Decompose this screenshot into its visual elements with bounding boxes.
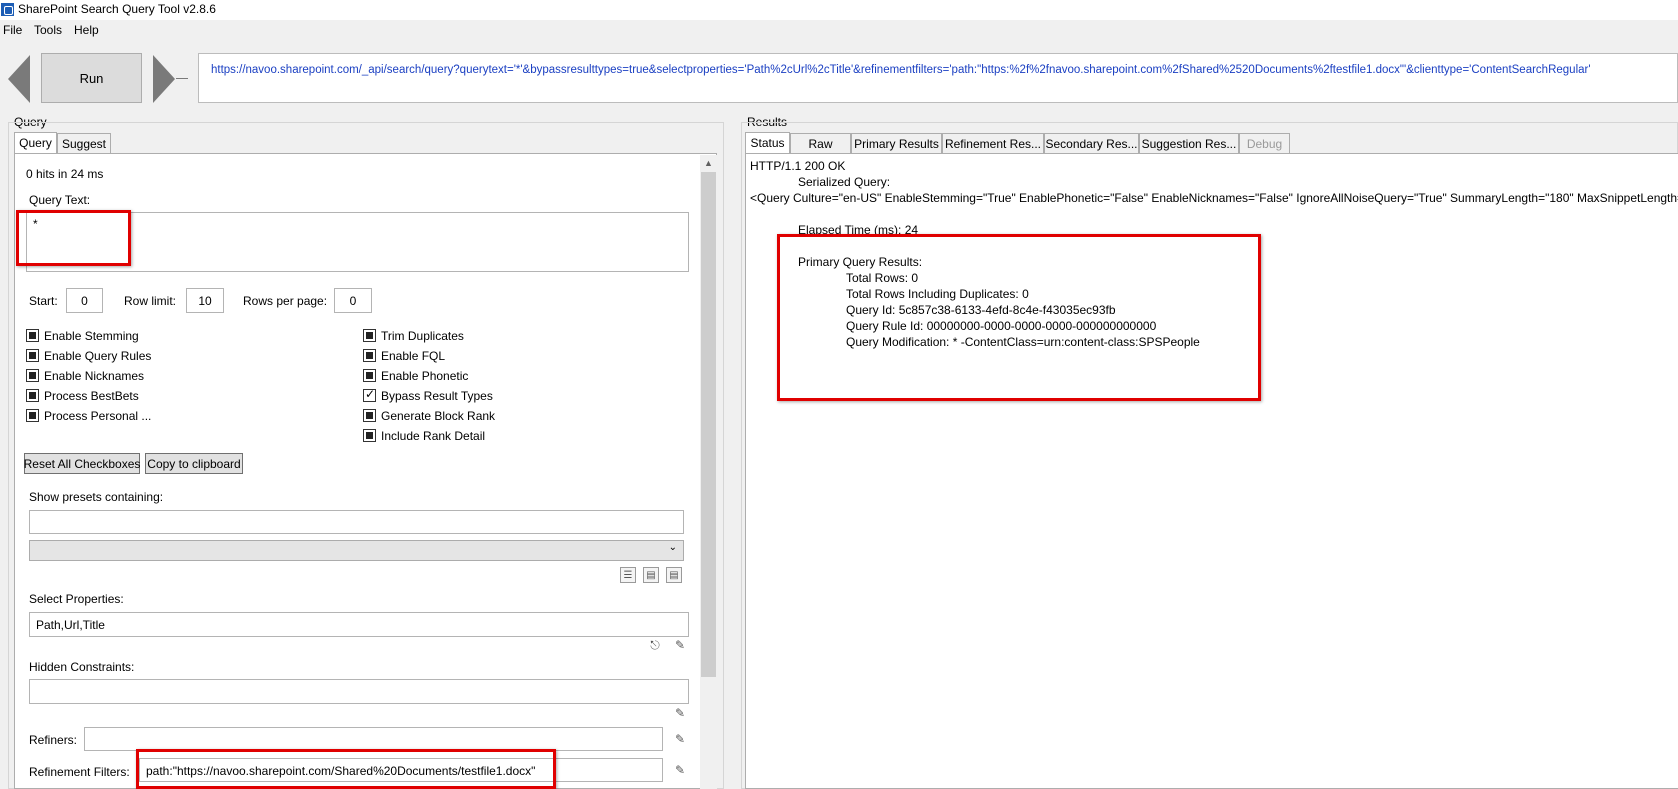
select-properties-label: Select Properties: bbox=[29, 592, 124, 606]
start-input[interactable]: 0 bbox=[66, 288, 103, 313]
presets-label: Show presets containing: bbox=[29, 490, 164, 504]
menu-tools[interactable]: Tools bbox=[34, 23, 62, 37]
menu-file[interactable]: File bbox=[3, 23, 22, 37]
menu-help[interactable]: Help bbox=[74, 23, 99, 37]
serialized-query-label: Serialized Query: bbox=[798, 175, 891, 189]
refiners-edit-icon[interactable]: ✎ bbox=[673, 732, 687, 746]
enable-stemming-label: Enable Stemming bbox=[44, 329, 139, 343]
row-limit-input[interactable]: 10 bbox=[186, 288, 224, 313]
title-bar: SharePoint Search Query Tool v2.8.6 bbox=[0, 0, 1678, 20]
copy-to-clipboard-button[interactable]: Copy to clipboard bbox=[145, 453, 243, 474]
enable-nicknames-checkbox[interactable] bbox=[26, 369, 39, 382]
row-limit-label: Row limit: bbox=[124, 294, 177, 308]
forward-arrow-tail bbox=[176, 78, 188, 79]
http-status-line: HTTP/1.1 200 OK bbox=[750, 159, 846, 173]
trim-duplicates-checkbox[interactable] bbox=[363, 329, 376, 342]
scrollbar-thumb[interactable] bbox=[701, 172, 716, 677]
tab-suggestion-results[interactable]: Suggestion Res... bbox=[1139, 133, 1239, 154]
tab-query[interactable]: Query bbox=[14, 132, 57, 154]
forward-arrow-icon[interactable] bbox=[153, 55, 175, 103]
process-bestbets-checkbox[interactable] bbox=[26, 389, 39, 402]
chevron-down-icon: ⌄ bbox=[668, 542, 677, 553]
enable-query-rules-checkbox[interactable] bbox=[26, 349, 39, 362]
enable-phonetic-label: Enable Phonetic bbox=[381, 369, 469, 383]
preset-save-icon[interactable]: ▤ bbox=[643, 567, 659, 583]
enable-fql-label: Enable FQL bbox=[381, 349, 446, 363]
include-rank-detail-checkbox[interactable] bbox=[363, 429, 376, 442]
primary-results-label: Primary Query Results: bbox=[798, 255, 923, 269]
process-bestbets-label: Process BestBets bbox=[44, 389, 139, 403]
enable-stemming-checkbox[interactable] bbox=[26, 329, 39, 342]
results-status-panel[interactable] bbox=[745, 153, 1678, 789]
app-icon bbox=[1, 3, 14, 16]
window-title: SharePoint Search Query Tool v2.8.6 bbox=[18, 2, 216, 16]
tab-secondary-results[interactable]: Secondary Res... bbox=[1044, 133, 1139, 154]
preset-list-icon[interactable]: ☰ bbox=[620, 567, 636, 583]
rows-per-page-input[interactable]: 0 bbox=[334, 288, 372, 313]
tab-raw[interactable]: Raw bbox=[790, 133, 851, 154]
scroll-up-icon[interactable]: ▲ bbox=[700, 155, 717, 172]
refinement-filters-input[interactable]: path:"https://navoo.sharepoint.com/Share… bbox=[139, 758, 663, 782]
total-rows-dup-line: Total Rows Including Duplicates: 0 bbox=[846, 287, 1029, 301]
generate-block-rank-label: Generate Block Rank bbox=[381, 409, 496, 423]
tab-refinement-results[interactable]: Refinement Res... bbox=[942, 133, 1044, 154]
query-text-input[interactable]: * bbox=[26, 212, 689, 272]
process-personal-label: Process Personal ... bbox=[44, 409, 152, 423]
menu-bar: File Tools Help bbox=[0, 20, 1678, 40]
include-rank-detail-label: Include Rank Detail bbox=[381, 429, 486, 443]
query-url-field[interactable]: https://navoo.sharepoint.com/_api/search… bbox=[198, 53, 1678, 103]
tab-debug: Debug bbox=[1239, 133, 1290, 154]
tab-suggest[interactable]: Suggest bbox=[57, 133, 111, 154]
start-label: Start: bbox=[29, 294, 58, 308]
hidden-constraints-input[interactable] bbox=[29, 679, 689, 704]
enable-nicknames-label: Enable Nicknames bbox=[44, 369, 145, 383]
broom-icon[interactable]: ⎋ bbox=[648, 638, 662, 652]
query-id-line: Query Id: 5c857c38-6133-4efd-8c4e-f43035… bbox=[846, 303, 1116, 317]
refinement-filters-label: Refinement Filters: bbox=[29, 765, 130, 779]
enable-query-rules-label: Enable Query Rules bbox=[44, 349, 152, 363]
enable-phonetic-checkbox[interactable] bbox=[363, 369, 376, 382]
tab-primary-results[interactable]: Primary Results bbox=[851, 133, 942, 154]
enable-fql-checkbox[interactable] bbox=[363, 349, 376, 362]
refiners-input[interactable] bbox=[84, 727, 663, 751]
tab-status[interactable]: Status bbox=[745, 132, 790, 154]
rows-per-page-label: Rows per page: bbox=[243, 294, 328, 308]
hidden-constraints-edit-icon[interactable]: ✎ bbox=[673, 706, 687, 720]
bypass-result-types-checkbox[interactable] bbox=[363, 387, 376, 402]
hits-text: 0 hits in 24 ms bbox=[26, 167, 104, 181]
query-rule-id-line: Query Rule Id: 00000000-0000-0000-0000-0… bbox=[846, 319, 1157, 333]
total-rows-line: Total Rows: 0 bbox=[846, 271, 919, 285]
preset-save-as-icon[interactable]: ▤ bbox=[666, 567, 682, 583]
select-properties-input[interactable]: Path,Url,Title bbox=[29, 612, 689, 637]
presets-filter-input[interactable] bbox=[29, 510, 684, 534]
run-button[interactable]: Run bbox=[41, 53, 142, 103]
refinement-filters-edit-icon[interactable]: ✎ bbox=[673, 763, 687, 777]
bypass-result-types-label: Bypass Result Types bbox=[381, 389, 493, 403]
back-arrow-icon[interactable] bbox=[8, 55, 30, 103]
query-text-label: Query Text: bbox=[29, 193, 91, 207]
edit-icon[interactable]: ✎ bbox=[673, 638, 687, 652]
generate-block-rank-checkbox[interactable] bbox=[363, 409, 376, 422]
serialized-query-text: <Query Culture="en-US" EnableStemming="T… bbox=[750, 191, 1678, 205]
presets-dropdown[interactable]: ⌄ bbox=[29, 540, 684, 561]
refiners-label: Refiners: bbox=[29, 733, 78, 747]
trim-duplicates-label: Trim Duplicates bbox=[381, 329, 464, 343]
hidden-constraints-label: Hidden Constraints: bbox=[29, 660, 135, 674]
query-modification-line: Query Modification: * -ContentClass=urn:… bbox=[846, 335, 1200, 349]
process-personal-checkbox[interactable] bbox=[26, 409, 39, 422]
reset-all-checkboxes-button[interactable]: Reset All Checkboxes bbox=[24, 453, 140, 474]
elapsed-time-line: Elapsed Time (ms): 24 bbox=[798, 223, 919, 237]
